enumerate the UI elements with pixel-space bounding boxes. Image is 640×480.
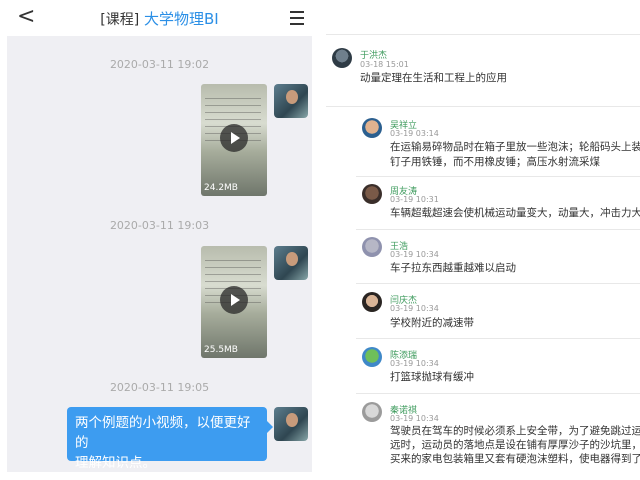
reply-avatar[interactable]: [362, 347, 382, 367]
video-message[interactable]: 25.5MB: [201, 246, 267, 358]
reply-avatar[interactable]: [362, 237, 382, 257]
avatar[interactable]: [274, 407, 308, 441]
reply-date: 03-19 10:34: [390, 359, 439, 368]
video-size: 24.2MB: [204, 183, 238, 193]
reply-text: 打篮球抛球有缓冲: [390, 371, 474, 383]
timestamp: 2020-03-11 19:02: [109, 58, 210, 71]
divider: [356, 229, 640, 230]
reply-text: 车子拉东西越重越难以启动: [390, 262, 516, 274]
divider: [326, 106, 640, 107]
play-icon[interactable]: [220, 286, 248, 314]
reply-date: 03-19 10:34: [390, 250, 439, 259]
course-tag: [课程]: [100, 12, 140, 28]
reply-date: 03-19 03:14: [390, 129, 439, 138]
chat-title: [课程] 大学物理BI: [7, 8, 312, 29]
reply-avatar[interactable]: [362, 118, 382, 138]
divider: [356, 338, 640, 339]
video-message[interactable]: 24.2MB: [201, 84, 267, 196]
divider: [326, 34, 640, 35]
play-icon[interactable]: [220, 124, 248, 152]
reply-text: 学校附近的减速带: [390, 317, 474, 329]
reply-avatar[interactable]: [362, 292, 382, 312]
divider: [356, 283, 640, 284]
avatar[interactable]: [274, 246, 308, 280]
timestamp: 2020-03-11 19:03: [109, 219, 210, 232]
reply-text: 驾驶员在驾车的时候必须系上安全带，为了避免跳过运动员倒地时: [390, 425, 640, 437]
reply-text: 在运输易碎物品时在箱子里放一些泡沫；轮船码头上装有橡皮轮胎；: [390, 141, 640, 153]
chat-panel: < [课程] 大学物理BI 2020-03-11 19:02 24.2MB 20…: [7, 0, 312, 472]
reply-text: 买来的家电包装箱里又套有硬泡沫塑料，使电器得到了保护: [390, 453, 640, 465]
chat-header: < [课程] 大学物理BI: [7, 0, 312, 36]
video-size: 25.5MB: [204, 345, 238, 355]
reply-text: 远时，运动员的落地点是设在铺有厚厚沙子的沙坑里，装在瓦楞纸: [390, 439, 640, 451]
divider: [356, 176, 640, 177]
reply-avatar[interactable]: [362, 402, 382, 422]
reply-text: 车辆超载超速会使机械运动量变大，动量大，冲击力大，不安全！: [390, 207, 640, 219]
timestamp: 2020-03-11 19:05: [109, 381, 210, 394]
reply-avatar[interactable]: [362, 184, 382, 204]
avatar[interactable]: [274, 84, 308, 118]
reply-date: 03-19 10:34: [390, 304, 439, 313]
post-text: 动量定理在生活和工程上的应用: [360, 72, 507, 84]
divider: [356, 393, 640, 394]
discussion-panel: 于洪杰 03-18 15:01 动量定理在生活和工程上的应用 吴祥立 03-19…: [326, 0, 640, 480]
course-name: 大学物理BI: [144, 10, 219, 28]
text-message-bubble[interactable]: 两个例题的小视频，以便更好的 理解知识点。: [67, 407, 273, 471]
reply-date: 03-19 10:34: [390, 414, 439, 423]
message-line: 两个例题的小视频，以便更好的: [75, 415, 251, 451]
post-avatar[interactable]: [332, 48, 352, 68]
reply-date: 03-19 10:31: [390, 195, 439, 204]
reply-text: 钉子用铁锤，而不用橡皮锤；高压水射流采煤: [390, 156, 600, 168]
post-date: 03-18 15:01: [360, 60, 409, 69]
message-line: 理解知识点。: [75, 455, 156, 471]
menu-icon[interactable]: [290, 11, 304, 29]
